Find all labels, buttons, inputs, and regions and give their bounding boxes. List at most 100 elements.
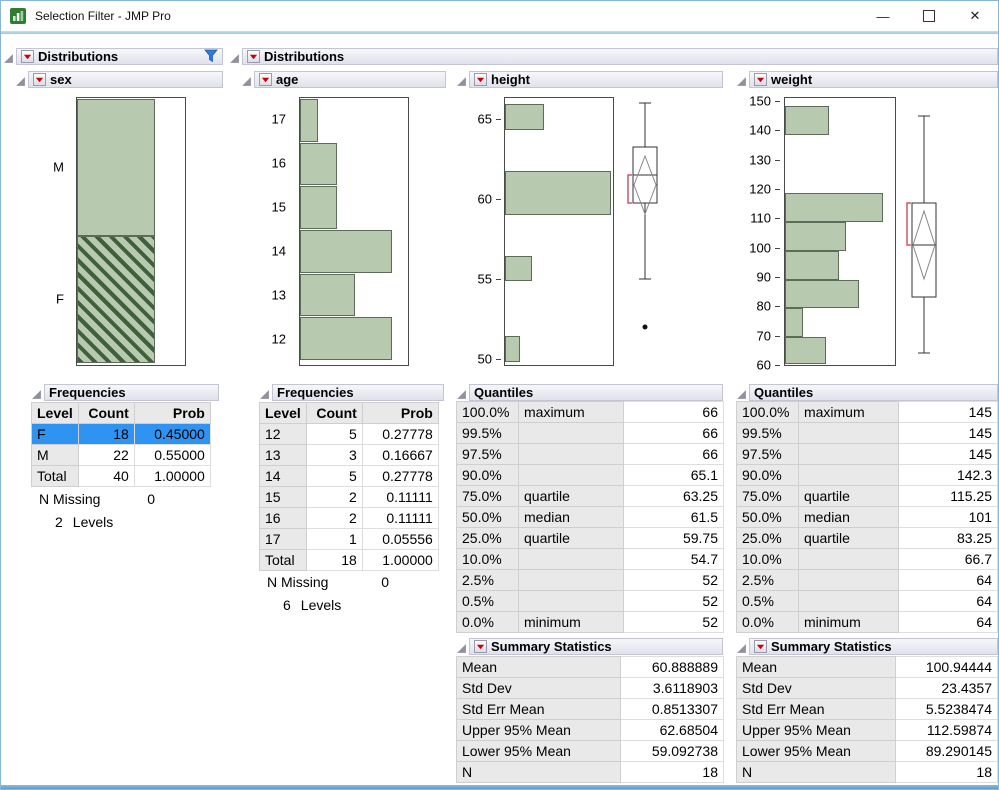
age-histogram[interactable] (299, 97, 409, 366)
disclosure-triangle-icon[interactable] (31, 387, 42, 399)
histogram-bar[interactable] (300, 317, 392, 361)
table-row[interactable]: 75.0% quartile 63.25 (456, 485, 724, 507)
cell[interactable]: 23.4357 (895, 677, 998, 699)
cell[interactable]: Std Err Mean (735, 698, 897, 720)
height-histogram[interactable] (504, 97, 614, 366)
cell[interactable]: 66.7 (897, 548, 998, 570)
table-row[interactable]: Upper 95% Mean 62.68504 (456, 719, 724, 741)
height-summary-table[interactable]: Mean 60.888889 Std Dev 3.6118903 Std Err Mea… (456, 656, 724, 783)
cell[interactable]: 99.5% (456, 422, 519, 444)
table-row[interactable]: 16 2 0.11111 (259, 507, 439, 529)
cell[interactable]: 1.00000 (361, 549, 439, 571)
table-row[interactable]: Std Dev 3.6118903 (456, 677, 724, 699)
height-box-plot[interactable] (615, 97, 673, 366)
cell[interactable]: 64 (897, 569, 998, 591)
table-row[interactable]: 17 1 0.05556 (259, 528, 439, 550)
cell[interactable] (518, 548, 624, 570)
cell[interactable]: 2 (305, 486, 363, 508)
cell[interactable] (518, 443, 624, 465)
cell[interactable] (797, 548, 899, 570)
table-row[interactable]: 25.0% quartile 59.75 (456, 527, 724, 549)
cell[interactable]: Mean (735, 656, 897, 678)
sex-histogram[interactable] (76, 97, 186, 366)
cell[interactable] (518, 464, 624, 486)
histogram-bar[interactable] (505, 171, 611, 216)
red-triangle-menu-icon[interactable] (754, 639, 767, 653)
red-triangle-menu-icon[interactable] (474, 72, 487, 86)
histogram-bar[interactable] (300, 99, 319, 142)
cell[interactable]: 22 (77, 444, 135, 466)
cell[interactable]: 0.5% (456, 590, 519, 612)
cell[interactable]: 0.45000 (133, 423, 211, 445)
table-row[interactable]: Std Dev 23.4357 (735, 677, 998, 699)
cell[interactable]: 90.0% (736, 464, 799, 486)
cell[interactable]: 89.290145 (895, 740, 998, 762)
cell[interactable]: quartile (518, 527, 624, 549)
cell[interactable]: 97.5% (456, 443, 519, 465)
cell[interactable] (797, 443, 899, 465)
disclosure-triangle-icon[interactable] (456, 74, 467, 86)
cell[interactable]: Std Dev (735, 677, 897, 699)
cell[interactable]: 59.75 (623, 527, 724, 549)
cell[interactable]: maximum (797, 401, 899, 423)
cell[interactable]: 18 (305, 549, 363, 571)
weight-summary-table[interactable]: Mean 100.94444 Std Dev 23.4357 Std Err Mean 5… (735, 656, 998, 783)
cell[interactable]: median (797, 506, 899, 528)
cell[interactable]: 0.11111 (361, 486, 439, 508)
red-triangle-menu-icon[interactable] (754, 72, 767, 86)
cell[interactable]: minimum (518, 611, 624, 633)
cell[interactable]: 83.25 (897, 527, 998, 549)
table-row[interactable]: 97.5% 66 (456, 443, 724, 465)
cell[interactable]: 0.27778 (361, 423, 439, 445)
table-row[interactable]: 0.0% minimum 52 (456, 611, 724, 633)
red-triangle-menu-icon[interactable] (33, 72, 46, 86)
disclosure-triangle-icon[interactable] (229, 51, 240, 63)
table-row[interactable]: 50.0% median 101 (736, 506, 998, 528)
cell[interactable]: 65.1 (623, 464, 724, 486)
cell[interactable]: 10.0% (736, 548, 799, 570)
cell[interactable]: 52 (623, 569, 724, 591)
table-row[interactable]: 10.0% 54.7 (456, 548, 724, 570)
cell[interactable]: 10.0% (456, 548, 519, 570)
cell[interactable]: 5 (305, 423, 363, 445)
weight-box-plot[interactable] (898, 97, 954, 366)
cell[interactable]: 75.0% (736, 485, 799, 507)
table-row[interactable]: N 18 (456, 761, 724, 783)
red-triangle-menu-icon[interactable] (474, 639, 487, 653)
cell[interactable]: 5 (305, 465, 363, 487)
cell[interactable]: 18 (895, 761, 998, 783)
table-row[interactable]: 100.0% maximum 66 (456, 401, 724, 423)
table-row[interactable]: Std Err Mean 5.5238474 (735, 698, 998, 720)
weight-histogram[interactable] (784, 97, 896, 366)
table-row[interactable]: 0.0% minimum 64 (736, 611, 998, 633)
cell[interactable]: 1.00000 (133, 465, 211, 487)
table-row[interactable]: 99.5% 145 (736, 422, 998, 444)
table-row[interactable]: F 18 0.45000 (31, 423, 211, 445)
cell[interactable]: 62.68504 (620, 719, 724, 741)
cell[interactable]: 75.0% (456, 485, 519, 507)
histogram-bar[interactable] (785, 106, 829, 135)
cell[interactable]: 63.25 (623, 485, 724, 507)
cell[interactable] (797, 590, 899, 612)
cell[interactable]: 0.5% (736, 590, 799, 612)
cell[interactable]: Std Dev (456, 677, 621, 699)
cell[interactable]: 59.092738 (620, 740, 724, 762)
table-row[interactable]: Total 40 1.00000 (31, 465, 211, 487)
table-row[interactable]: Mean 60.888889 (456, 656, 724, 678)
disclosure-triangle-icon[interactable] (15, 74, 26, 86)
disclosure-triangle-icon[interactable] (736, 74, 747, 86)
cell[interactable]: 18 (620, 761, 724, 783)
histogram-bar[interactable] (300, 186, 337, 230)
disclosure-triangle-icon[interactable] (3, 51, 14, 63)
cell[interactable] (518, 590, 624, 612)
cell[interactable]: 66 (623, 401, 724, 423)
cell[interactable]: N (735, 761, 897, 783)
cell[interactable]: 12 (259, 423, 307, 445)
cell[interactable]: 0.0% (456, 611, 519, 633)
cell[interactable]: 14 (259, 465, 307, 487)
table-row[interactable]: 14 5 0.27778 (259, 465, 439, 487)
cell[interactable] (797, 569, 899, 591)
cell[interactable]: 0.11111 (361, 507, 439, 529)
cell[interactable]: 13 (259, 444, 307, 466)
cell[interactable]: 0.27778 (361, 465, 439, 487)
